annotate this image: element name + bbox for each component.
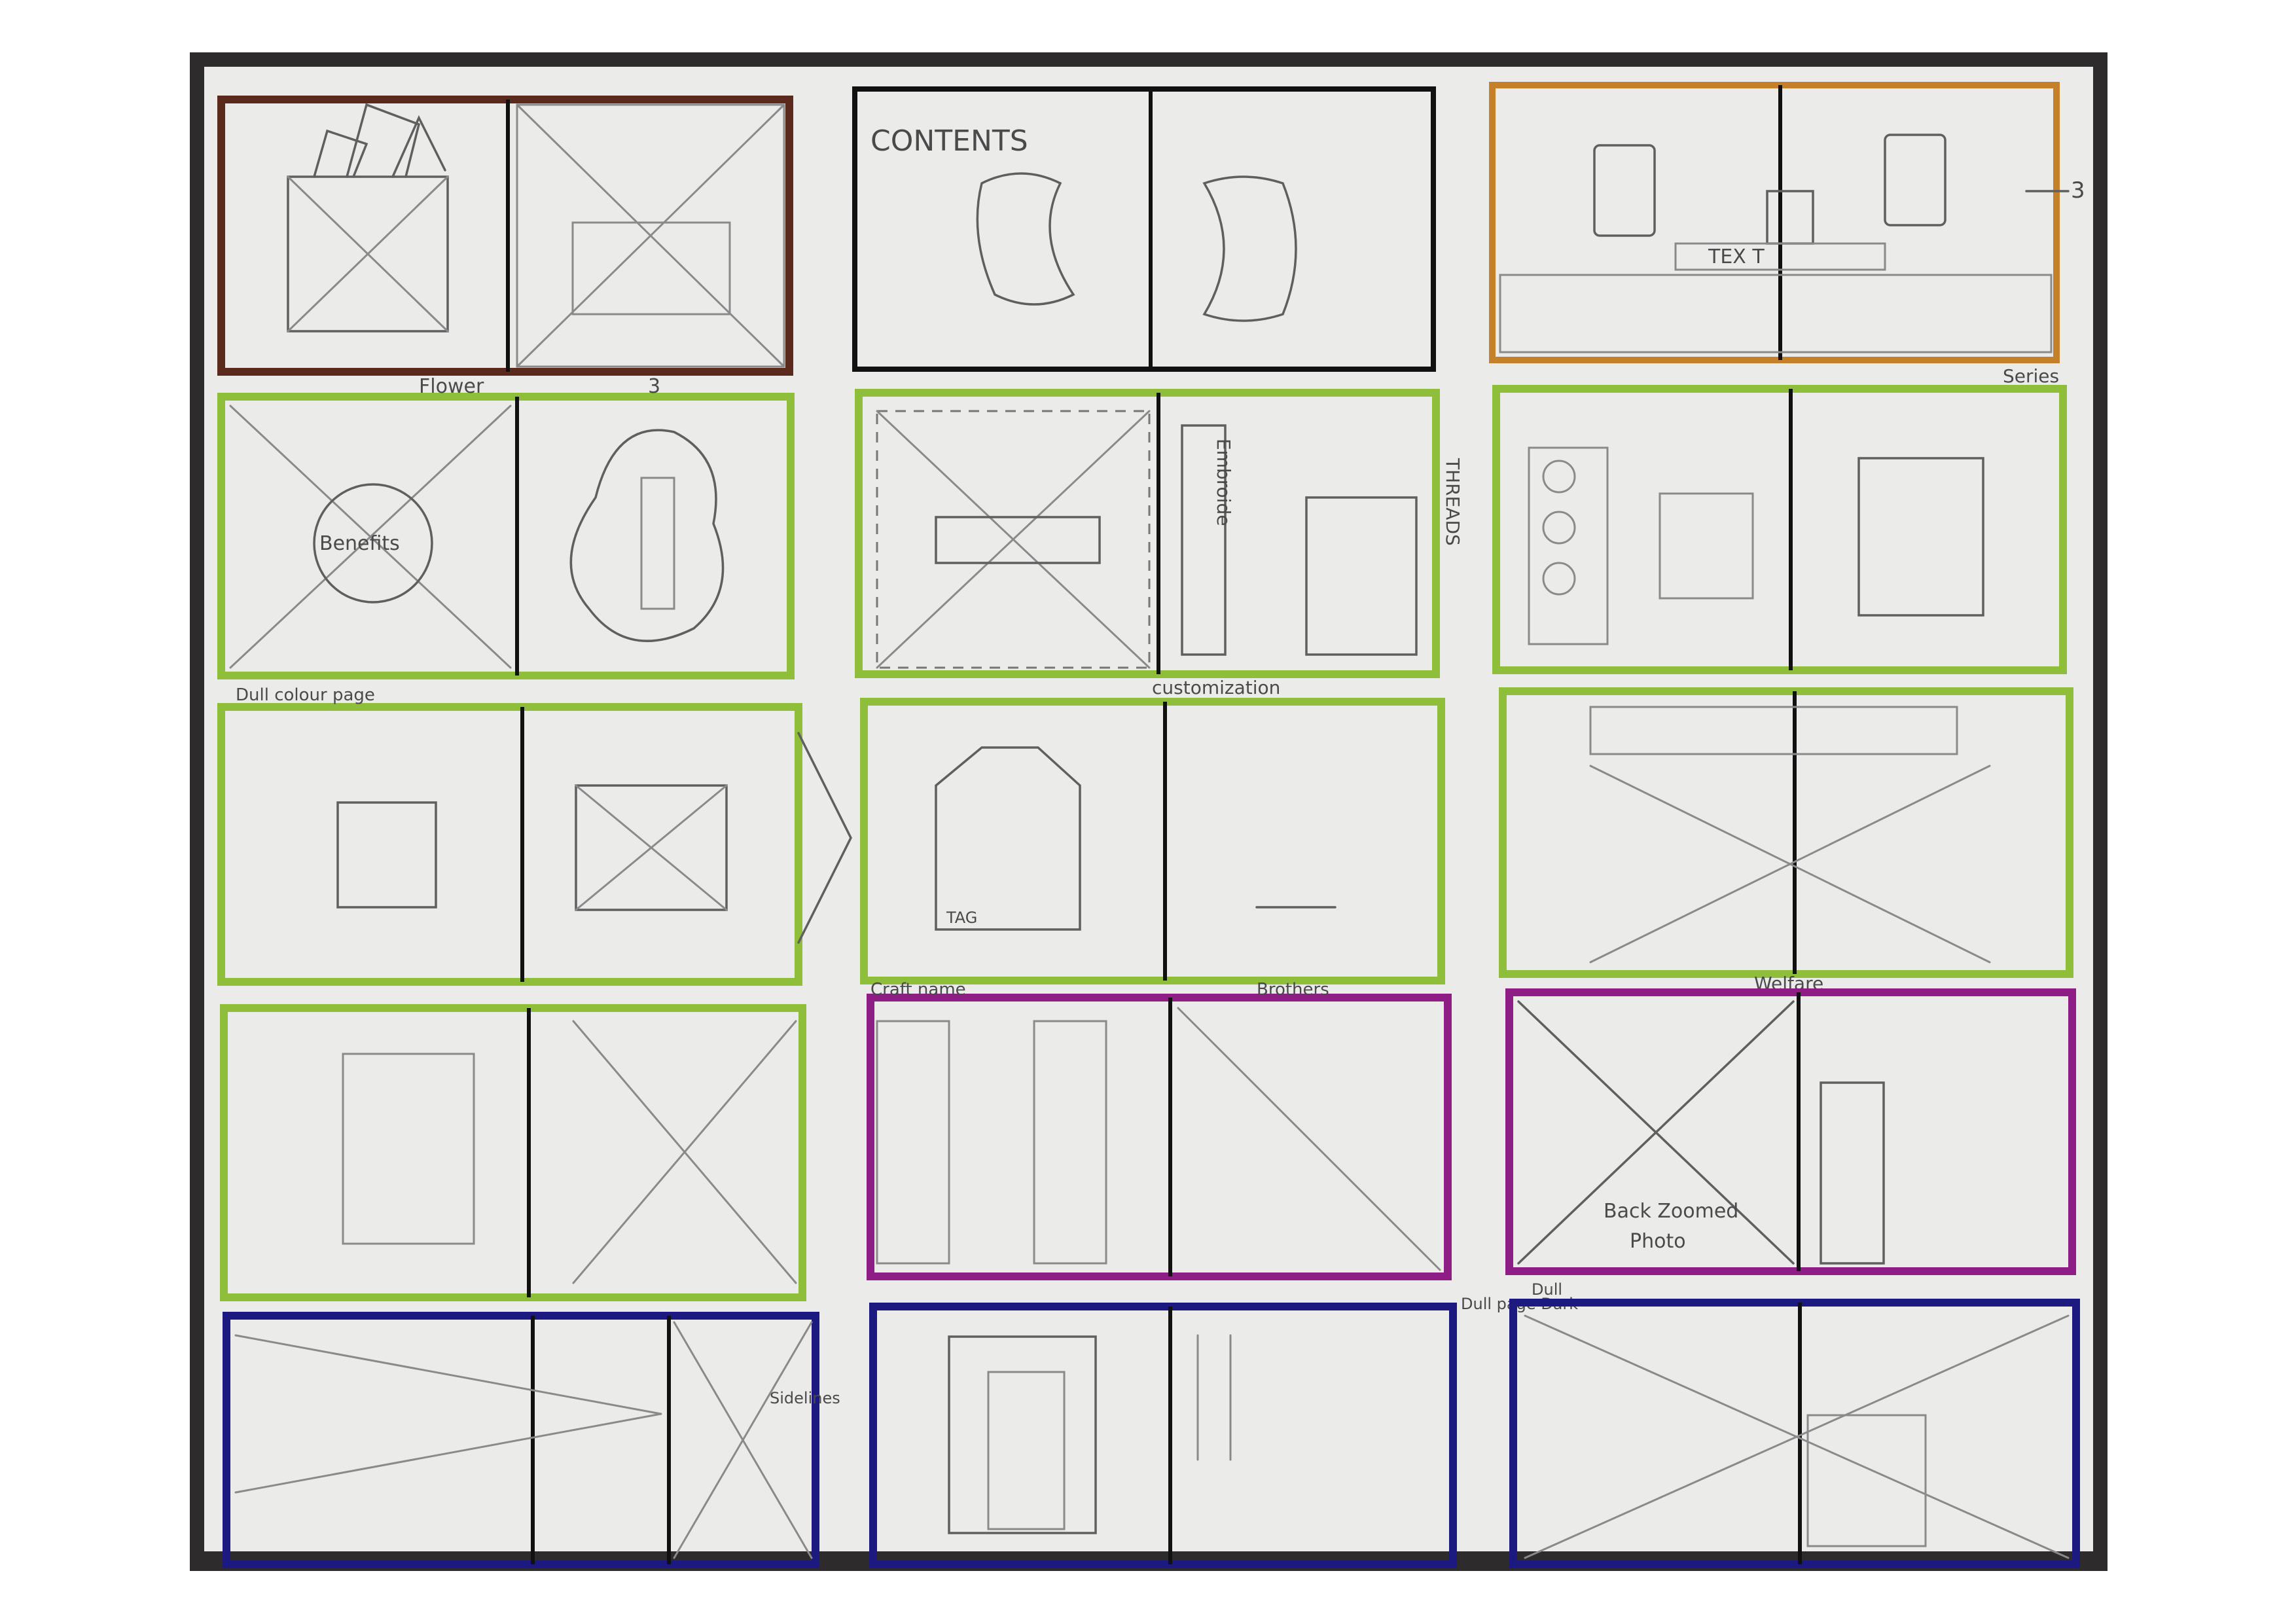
- photo-label: Photo: [1630, 1230, 1686, 1253]
- spread-green-flower: Benefits Flower 3: [217, 375, 795, 679]
- benefits-label: Benefits: [319, 532, 400, 555]
- spread-green-dull-colour: Dull colour page: [217, 685, 852, 986]
- spread-navy-sidelines: Sidelines: [223, 1312, 840, 1568]
- spread-purple-craft: Craft name Brothers: [867, 980, 1452, 1280]
- embroidery-label: Embroide: [1213, 439, 1234, 526]
- ref-three-label: 3: [2071, 177, 2085, 204]
- craft-name-label: Craft name: [870, 980, 966, 1000]
- spread-green-embroidery: Embroide THREADS customization: [855, 389, 1463, 698]
- series-label: Series: [2003, 365, 2059, 387]
- flower-label: Flower: [419, 375, 484, 398]
- ref-three-label-2: 3: [648, 375, 660, 398]
- tag-label: TAG: [946, 909, 977, 927]
- back-zoomed-label: Back Zoomed: [1604, 1200, 1738, 1223]
- contents-label: CONTENTS: [870, 124, 1028, 158]
- storyboard-sketch: CONTENTS TEX T 3 Benefits Flower 3 Embro…: [217, 82, 2085, 1568]
- text-label: TEX T: [1708, 245, 1765, 268]
- sidelines-label: Sidelines: [770, 1389, 840, 1407]
- threads-label: THREADS: [1442, 458, 1463, 546]
- spread-green-4: [220, 1004, 806, 1301]
- spread-navy-3: Dull: [1509, 1280, 2080, 1568]
- brothers-label: Brothers: [1257, 980, 1329, 1000]
- spread-navy-2: Dull page Dark: [869, 1295, 1578, 1568]
- spread-contents: CONTENTS: [852, 86, 1436, 372]
- spread-orange: TEX T 3: [1489, 82, 2085, 363]
- spread-green-tag: TAG: [860, 698, 1445, 984]
- customization-label: customization: [1152, 677, 1280, 698]
- spread-green-series: Series: [1492, 365, 2067, 674]
- spread-green-welfare: Welfare: [1499, 687, 2073, 994]
- spread-purple-back-zoomed: Back Zoomed Photo: [1505, 988, 2076, 1275]
- dull-bottom-label: Dull: [1532, 1280, 1562, 1299]
- spread-brown-1: [217, 96, 793, 376]
- dull-colour-label: Dull colour page: [236, 685, 375, 705]
